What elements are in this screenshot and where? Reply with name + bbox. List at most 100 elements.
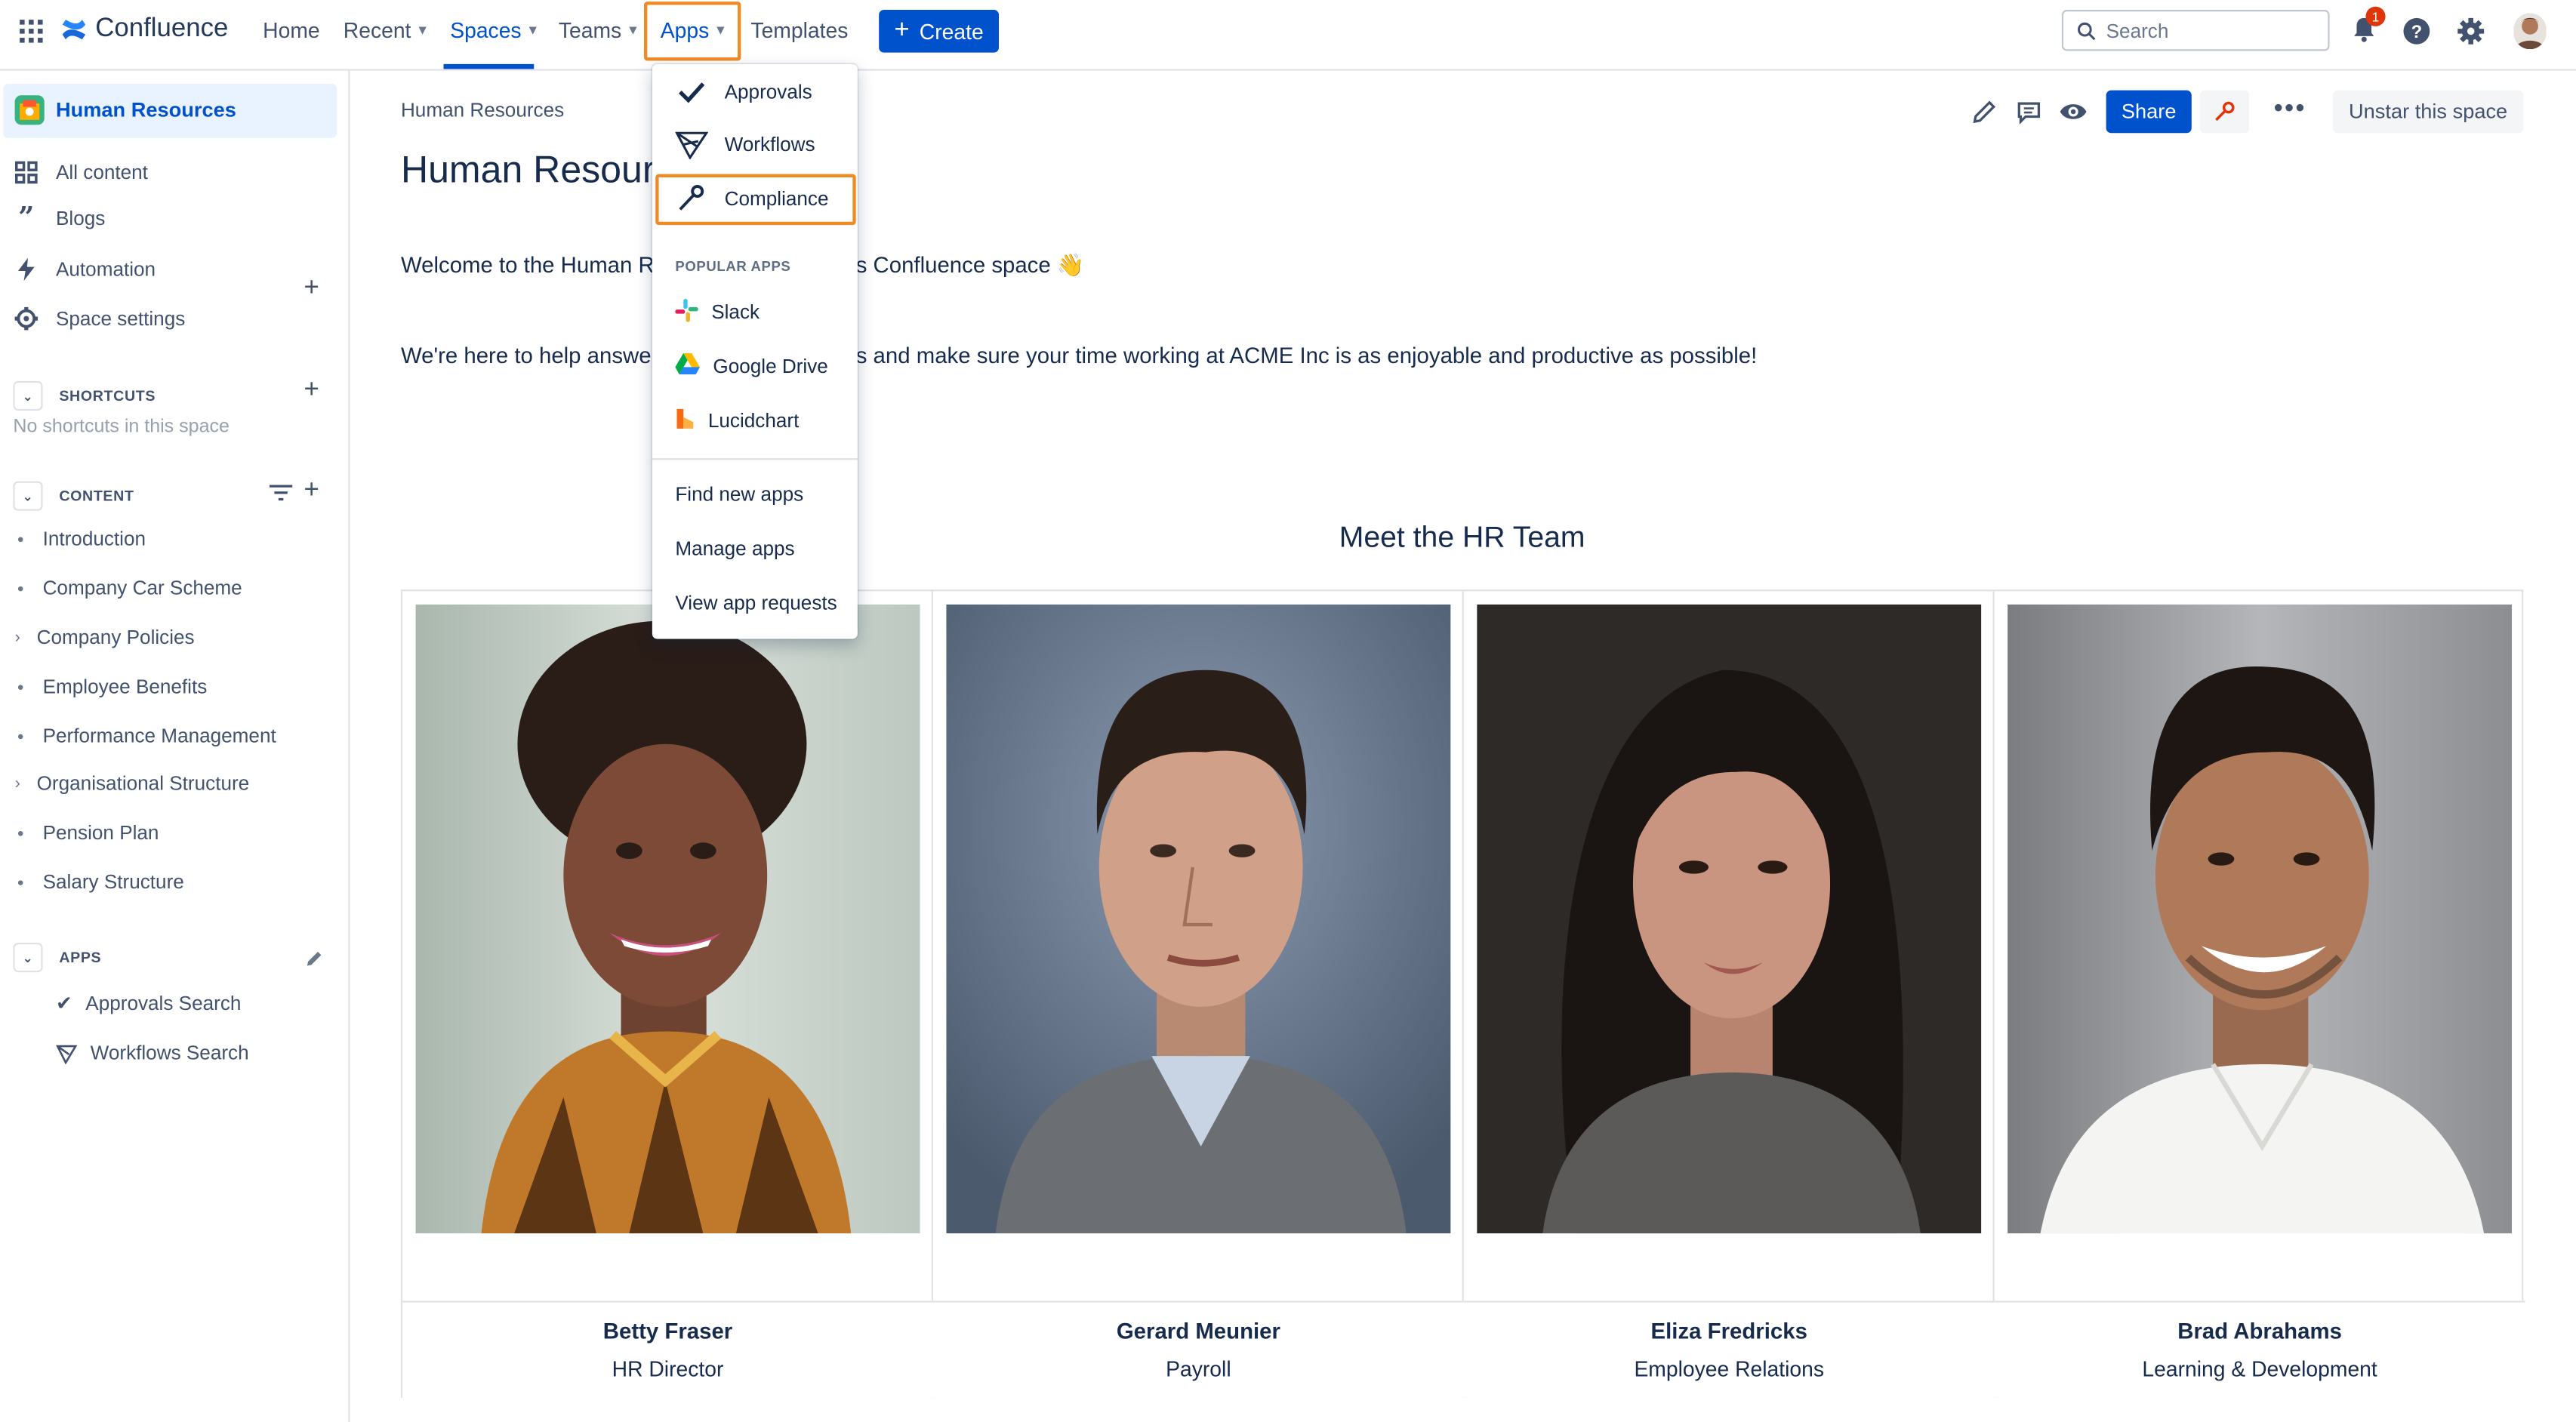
lucidchart-icon [675, 407, 695, 435]
avatar[interactable] [2513, 13, 2547, 50]
tree-item-pension-plan[interactable]: Pension Plan [17, 821, 159, 844]
edit-apps-button[interactable] [306, 946, 324, 975]
sidebar-item-label: Automation [55, 257, 156, 282]
shortcuts-section-header[interactable]: ⌄ SHORTCUTS [13, 380, 156, 411]
create-button[interactable]: + Create [879, 10, 1000, 53]
sidebar-item-blogs[interactable]: ” Blogs [13, 202, 105, 235]
menu-item-label: View app requests [675, 591, 837, 614]
notifications-button[interactable]: 1 [2350, 6, 2386, 53]
chevron-right-icon[interactable]: › [15, 628, 20, 646]
tree-item-company-policies[interactable]: › Company Policies [15, 626, 195, 648]
add-shortcut-button[interactable]: + [304, 376, 319, 405]
content-heading: CONTENT [59, 488, 134, 505]
chevron-down-icon[interactable]: ⌄ [13, 481, 43, 511]
search-icon [2077, 21, 2096, 40]
unstar-space-button[interactable]: Unstar this space [2332, 90, 2524, 134]
chevron-down-icon[interactable]: ⌄ [13, 943, 43, 973]
nav-spaces-label: Spaces [450, 17, 522, 43]
nav-teams[interactable]: Teams ▼ [559, 18, 639, 43]
member-name: Betty Fraser [602, 1319, 733, 1344]
chevron-right-icon[interactable]: › [15, 774, 20, 793]
compliance-highlight-box [655, 174, 856, 226]
settings-button[interactable] [2456, 17, 2485, 54]
filter-button[interactable] [269, 482, 293, 511]
nav-home[interactable]: Home [263, 18, 319, 43]
share-button[interactable]: Share [2106, 90, 2192, 134]
tree-item-salary-structure[interactable]: Salary Structure [17, 870, 184, 894]
svg-text:?: ? [2411, 22, 2423, 42]
app-switcher-icon[interactable] [18, 18, 45, 53]
menu-item-manage-apps[interactable]: Manage apps [652, 535, 880, 562]
help-button[interactable]: ? [2402, 17, 2431, 54]
team-member-card: Brad Abrahams Learning & Development [1994, 591, 2525, 1398]
sidebar-item-space-settings[interactable]: Space settings [13, 306, 185, 332]
filter-icon [269, 485, 293, 501]
menu-item-label: Approvals [724, 79, 812, 103]
team-member-info: Betty Fraser HR Director [402, 1300, 933, 1398]
tree-item-introduction[interactable]: Introduction [17, 527, 146, 550]
nav-spaces[interactable]: Spaces ▼ [450, 18, 539, 43]
team-table: Betty Fraser HR Director Gerard Meunier [400, 589, 2525, 1398]
confluence-logo-icon [62, 20, 86, 40]
sidebar-app-workflows-search[interactable]: Workflows Search [56, 1042, 249, 1064]
add-blog-button[interactable]: + [304, 274, 319, 303]
tree-item-organisational-structure[interactable]: › Organisational Structure [15, 772, 250, 795]
eye-icon [2060, 104, 2087, 119]
compliance-page-button[interactable] [2199, 90, 2249, 134]
nav-recent[interactable]: Recent ▼ [344, 18, 429, 43]
sidebar-item-automation[interactable]: Automation [13, 256, 156, 282]
menu-item-workflows[interactable]: Workflows [652, 130, 880, 160]
more-actions-icon[interactable]: ••• [2274, 95, 2306, 125]
menu-item-label: Google Drive [713, 355, 828, 378]
menu-item-slack[interactable]: Slack [652, 297, 880, 325]
team-member-info: Eliza Fredricks Employee Relations [1463, 1300, 1995, 1398]
apps-section-header[interactable]: ⌄ APPS [13, 943, 101, 973]
menu-item-lucidchart[interactable]: Lucidchart [652, 408, 880, 434]
watch-button[interactable] [2057, 95, 2090, 128]
grid-icon [15, 161, 38, 184]
team-member-info: Brad Abrahams Learning & Development [1994, 1300, 2525, 1398]
add-content-button[interactable]: + [304, 476, 319, 506]
quote-icon: ” [18, 202, 35, 235]
member-name: Eliza Fredricks [1650, 1319, 1807, 1344]
photo-brad-abrahams [2007, 604, 2513, 1234]
content-section-header[interactable]: ⌄ CONTENT [13, 481, 134, 511]
shortcuts-heading: SHORTCUTS [59, 387, 156, 405]
menu-item-view-app-requests[interactable]: View app requests [652, 589, 880, 616]
team-member-info: Gerard Meunier Payroll [932, 1300, 1464, 1398]
sidebar-item-all-content[interactable]: All content [13, 159, 148, 186]
tree-item-company-car-scheme[interactable]: Company Car Scheme [17, 577, 242, 599]
nav-templates[interactable]: Templates [750, 18, 848, 43]
brand-name: Confluence [95, 14, 229, 43]
sidebar-space-header[interactable]: Human Resources [3, 83, 337, 138]
shortcuts-empty-text: No shortcuts in this space [13, 417, 230, 437]
nav-recent-label: Recent [343, 17, 411, 43]
breadcrumb[interactable]: Human Resources [401, 99, 564, 122]
edit-button[interactable] [1968, 95, 2001, 128]
chevron-down-icon[interactable]: ⌄ [13, 380, 43, 411]
space-avatar-icon [14, 95, 45, 125]
help-text-end: s and make sure your time working at ACM… [855, 343, 1758, 368]
photo-betty-fraser [415, 604, 920, 1234]
menu-item-approvals[interactable]: Approvals [652, 77, 880, 105]
menu-item-google-drive[interactable]: Google Drive [652, 352, 880, 380]
welcome-text-end: s Confluence space 👋 [855, 253, 1085, 278]
tree-item-performance-management[interactable]: Performance Management [17, 725, 276, 747]
help-text-start: We're here to help answer [400, 343, 659, 368]
comment-button[interactable] [2013, 95, 2046, 128]
tree-item-label: Salary Structure [42, 870, 184, 894]
confluence-logo[interactable]: Confluence [61, 15, 229, 45]
menu-item-find-new-apps[interactable]: Find new apps [652, 482, 880, 508]
workflow-icon [56, 1044, 78, 1063]
bullet-icon [17, 879, 23, 885]
tree-item-label: Organisational Structure [36, 771, 250, 796]
space-name: Human Resources [55, 98, 236, 122]
comment-icon [2017, 102, 2041, 125]
search-input[interactable]: Search [2061, 10, 2330, 51]
member-role: Learning & Development [2142, 1356, 2377, 1382]
tree-item-label: Employee Benefits [42, 675, 208, 698]
menu-item-label: Manage apps [675, 537, 795, 561]
sidebar-app-approvals-search[interactable]: ✔ Approvals Search [56, 992, 241, 1014]
tree-item-employee-benefits[interactable]: Employee Benefits [17, 675, 208, 698]
sidebar-item-label: Space settings [55, 306, 186, 331]
